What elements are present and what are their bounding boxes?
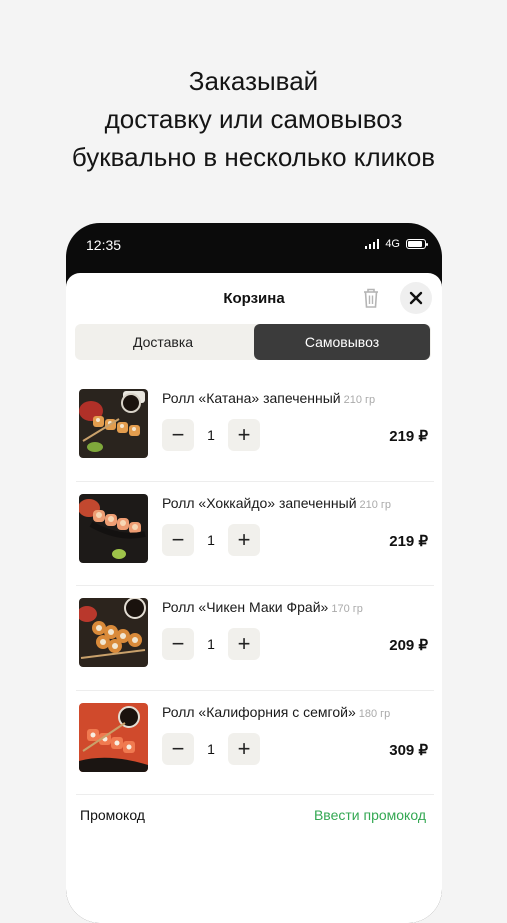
quantity-stepper: − 1 +: [162, 523, 260, 556]
product-image-katana: [79, 389, 148, 458]
product-weight: 170 гр: [331, 603, 363, 615]
promo-headline: Заказывай доставку или самовывоз букваль…: [0, 62, 507, 176]
quantity-value: 1: [207, 427, 215, 443]
quantity-stepper: − 1 +: [162, 732, 260, 765]
status-bar: 12:35 4G: [66, 223, 442, 273]
product-image-california: [79, 702, 148, 772]
decrease-quantity-button[interactable]: −: [162, 732, 194, 765]
quantity-stepper: − 1 +: [162, 628, 260, 660]
signal-icon: [365, 239, 380, 249]
battery-icon: [406, 239, 428, 249]
tab-pickup[interactable]: Самовывоз: [254, 324, 430, 360]
product-image-hokkaido: [79, 493, 148, 563]
cart-item: Ролл «Хоккайдо» запеченный 210 гр − 1 + 2…: [76, 482, 434, 586]
headline-line-3: буквально в несколько кликов: [71, 142, 436, 172]
delivery-mode-switch: Доставка Самовывоз: [75, 324, 431, 360]
increase-quantity-button[interactable]: +: [228, 628, 260, 660]
trash-icon[interactable]: [362, 287, 380, 309]
quantity-value: 1: [207, 636, 215, 652]
item-price: 309 ₽: [389, 741, 428, 759]
item-price: 209 ₽: [389, 637, 428, 654]
quantity-stepper: − 1 +: [162, 419, 260, 451]
product-name: Ролл «Катана» запеченный 210 гр: [162, 390, 376, 406]
decrease-quantity-button[interactable]: −: [162, 523, 194, 556]
increase-quantity-button[interactable]: +: [228, 523, 260, 556]
product-name: Ролл «Хоккайдо» запеченный 210 гр: [162, 494, 392, 511]
headline-line-2: доставку или самовывоз: [104, 104, 403, 134]
promo-code-label: Промокод: [80, 807, 145, 823]
item-price: 219 ₽: [389, 532, 428, 550]
phone-mockup: 12:35 4G Корзина Доставка Самовывоз Ролл…: [66, 223, 442, 923]
increase-quantity-button[interactable]: +: [228, 419, 260, 451]
decrease-quantity-button[interactable]: −: [162, 628, 194, 660]
decrease-quantity-button[interactable]: −: [162, 419, 194, 451]
product-name: Ролл «Чикен Маки Фрай» 170 гр: [162, 599, 363, 615]
cart-item: Ролл «Чикен Маки Фрай» 170 гр − 1 + 209 ₽: [76, 586, 434, 691]
item-price: 219 ₽: [389, 428, 428, 445]
tab-delivery[interactable]: Доставка: [75, 324, 251, 360]
enter-promo-code-link[interactable]: Ввести промокод: [314, 807, 426, 823]
headline-line-1: Заказывай: [188, 66, 319, 96]
product-name: Ролл «Калифорния с семгой» 180 гр: [162, 703, 391, 720]
close-button[interactable]: [400, 282, 432, 314]
product-weight: 180 гр: [358, 707, 391, 720]
cart-item: Ролл «Катана» запеченный 210 гр − 1 + 219…: [76, 377, 434, 482]
product-image-chicken-maki: [79, 598, 148, 667]
cart-title: Корзина: [223, 290, 285, 307]
quantity-value: 1: [207, 740, 215, 757]
cart-items-list: Ролл «Катана» запеченный 210 гр − 1 + 219…: [66, 377, 442, 795]
close-icon: [409, 291, 423, 305]
quantity-value: 1: [207, 531, 215, 548]
product-weight: 210 гр: [343, 394, 376, 406]
promo-code-row: Промокод Ввести промокод: [80, 807, 426, 823]
increase-quantity-button[interactable]: +: [228, 732, 260, 765]
product-weight: 210 гр: [359, 498, 392, 511]
status-time: 12:35: [86, 237, 122, 253]
cart-sheet: Корзина Доставка Самовывоз Ролл «Катана»…: [66, 273, 442, 923]
cart-item: Ролл «Калифорния с семгой» 180 гр − 1 + 3…: [76, 691, 434, 795]
network-label: 4G: [385, 238, 400, 250]
